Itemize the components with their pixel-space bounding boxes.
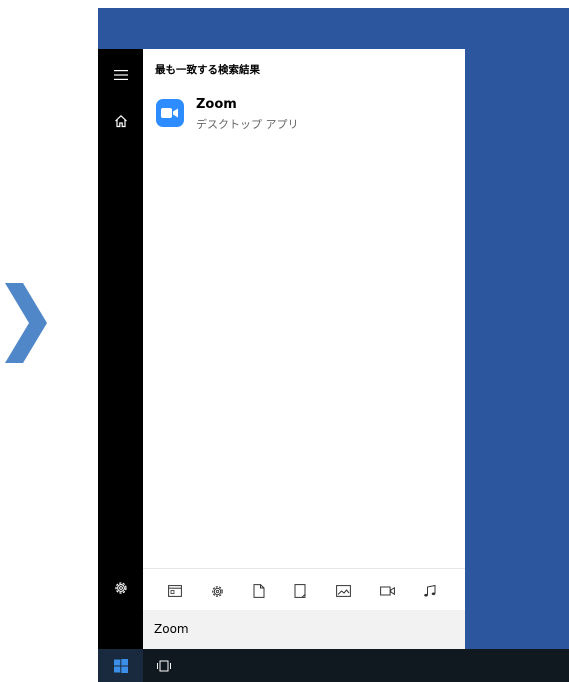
home-button[interactable] — [98, 101, 143, 141]
taskbar — [98, 649, 569, 682]
best-match-result[interactable]: Zoom デスクトップ アプリ — [143, 89, 465, 135]
zoom-app-icon — [156, 99, 184, 127]
documents-icon — [253, 584, 265, 598]
folders-icon — [294, 584, 306, 598]
search-results-panel: 最も一致する検索結果 Zoom デスクトップ アプリ Zoom — [143, 49, 465, 649]
apps-icon — [168, 585, 182, 597]
search-query-text: Zoom — [154, 622, 189, 636]
start-sidebar — [98, 49, 143, 649]
chevron-right-icon — [5, 283, 47, 363]
result-app-name: Zoom — [196, 97, 237, 112]
filter-folders-button[interactable] — [289, 580, 311, 602]
result-app-type: デスクトップ アプリ — [196, 118, 299, 131]
settings-icon — [211, 585, 223, 597]
start-button[interactable] — [98, 649, 143, 682]
task-view-icon — [157, 660, 171, 671]
best-match-heading: 最も一致する検索結果 — [155, 64, 260, 76]
home-icon — [114, 114, 127, 128]
windows-start-icon — [113, 658, 128, 673]
settings-button[interactable] — [98, 568, 143, 608]
videos-icon — [379, 586, 395, 596]
filter-documents-button[interactable] — [248, 580, 270, 602]
filter-settings-button[interactable] — [206, 580, 228, 602]
filter-videos-button[interactable] — [376, 580, 398, 602]
music-icon — [424, 584, 436, 597]
task-view-button[interactable] — [143, 649, 185, 682]
photos-icon — [335, 585, 351, 597]
hamburger-menu-icon — [113, 70, 128, 80]
hamburger-menu-button[interactable] — [98, 55, 143, 95]
filter-music-button[interactable] — [419, 580, 441, 602]
search-filter-bar — [143, 568, 465, 611]
filter-photos-button[interactable] — [332, 580, 354, 602]
settings-icon — [114, 582, 127, 594]
search-box[interactable]: Zoom — [143, 610, 465, 649]
filter-apps-button[interactable] — [164, 580, 186, 602]
